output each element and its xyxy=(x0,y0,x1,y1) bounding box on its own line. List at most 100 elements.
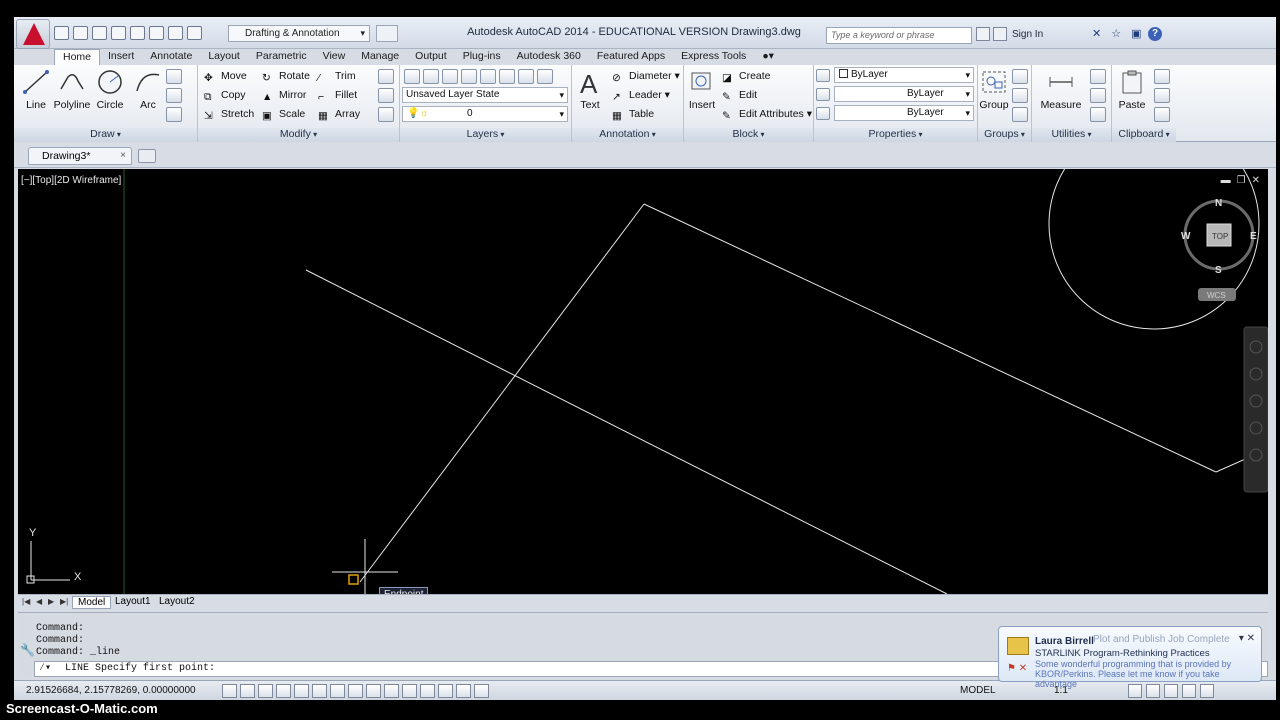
layer-dropdown[interactable]: 💡☼ 0 xyxy=(402,106,568,122)
layer-state-dropdown[interactable]: Unsaved Layer State xyxy=(402,87,568,103)
layer-off-icon[interactable] xyxy=(423,69,439,84)
match-properties-icon[interactable] xyxy=(816,69,830,82)
layer-unisolate-icon[interactable] xyxy=(537,69,553,84)
polyline-button[interactable]: Polyline xyxy=(50,69,94,111)
tab-express-tools[interactable]: Express Tools xyxy=(673,49,754,65)
navigation-bar[interactable] xyxy=(1243,326,1268,493)
diameter-button[interactable]: ⊘ Diameter ▾ xyxy=(612,67,680,85)
undo-icon[interactable] xyxy=(168,26,183,40)
drawn-line[interactable] xyxy=(643,203,1217,473)
customize-wrench-icon[interactable]: 🔧 xyxy=(20,643,35,657)
save-icon[interactable] xyxy=(92,26,107,40)
new-tab-icon[interactable] xyxy=(138,149,156,163)
close-viewport-icon[interactable]: ✕ xyxy=(1252,175,1260,186)
annotation-panel-title[interactable]: Annotation xyxy=(572,128,683,142)
erase-icon[interactable] xyxy=(378,69,394,84)
paste-button[interactable]: Paste xyxy=(1114,69,1150,111)
measure-button[interactable]: Measure xyxy=(1038,69,1084,111)
trim-button[interactable]: ⁄ Trim xyxy=(318,67,356,85)
text-button[interactable]: A Text xyxy=(572,69,608,111)
rotate-button[interactable]: ↻ Rotate xyxy=(262,67,310,85)
close-icon[interactable]: × xyxy=(120,148,126,164)
layer-isolate-icon[interactable] xyxy=(442,69,458,84)
offset-icon[interactable] xyxy=(378,107,394,122)
modify-panel-title[interactable]: Modify xyxy=(198,128,399,142)
group-button[interactable]: Group xyxy=(978,69,1010,111)
drawing-canvas[interactable]: Y X TOP N S E W WCS [−][Top][2D Wirefram… xyxy=(18,169,1268,594)
user-group-icon[interactable]: ▣ xyxy=(1131,27,1141,40)
tab-layout1[interactable]: Layout1 xyxy=(110,596,156,609)
restore-viewport-icon[interactable]: ❐ xyxy=(1237,175,1246,186)
mirror-button[interactable]: ▲ Mirror xyxy=(262,86,306,104)
compass-n[interactable]: N xyxy=(1215,198,1222,209)
close-icon[interactable]: ▾ ✕ xyxy=(1239,633,1255,644)
tab-manage[interactable]: Manage xyxy=(353,49,407,65)
layer-freeze-icon[interactable] xyxy=(461,69,477,84)
workspace-dropdown[interactable]: Drafting & Annotation xyxy=(228,25,370,42)
ungroup-icon[interactable] xyxy=(1012,69,1028,84)
array-button[interactable]: ▦ Array xyxy=(318,105,360,123)
viewport-controls-label[interactable]: [−][Top][2D Wireframe] xyxy=(21,175,121,186)
match-icon[interactable] xyxy=(1154,107,1170,122)
color-dropdown[interactable]: ByLayer xyxy=(834,67,974,83)
tab-layout2[interactable]: Layout2 xyxy=(154,596,200,609)
tab-annotate[interactable]: Annotate xyxy=(142,49,200,65)
properties-panel-title[interactable]: Properties xyxy=(814,128,977,142)
tab-autodesk-360[interactable]: Autodesk 360 xyxy=(509,49,589,65)
new-file-icon[interactable] xyxy=(54,26,69,40)
polar-tracking-icon[interactable] xyxy=(294,684,309,698)
save-as-icon[interactable] xyxy=(111,26,126,40)
calculator-icon[interactable] xyxy=(1090,88,1106,103)
copy-button[interactable]: ⧉ Copy xyxy=(204,86,246,104)
object-snap-tracking-icon[interactable] xyxy=(348,684,363,698)
annotation-monitor-icon[interactable] xyxy=(474,684,489,698)
table-button[interactable]: ▦ Table xyxy=(612,105,654,123)
utilities-panel-title[interactable]: Utilities xyxy=(1032,128,1111,142)
binoculars-icon[interactable] xyxy=(976,27,990,41)
snap-mode-icon[interactable] xyxy=(240,684,255,698)
tab-layout[interactable]: Layout xyxy=(200,49,248,65)
tab-output[interactable]: Output xyxy=(407,49,455,65)
copy-clip-icon[interactable] xyxy=(1154,88,1170,103)
insert-button[interactable]: Insert xyxy=(684,69,720,111)
ortho-mode-icon[interactable] xyxy=(276,684,291,698)
compass-w[interactable]: W xyxy=(1181,231,1191,242)
arc-button[interactable]: Arc xyxy=(128,69,168,111)
application-menu-button[interactable] xyxy=(16,19,50,49)
tab-plug-ins[interactable]: Plug-ins xyxy=(455,49,509,65)
circle-button[interactable]: Circle xyxy=(90,69,130,111)
3d-object-snap-icon[interactable] xyxy=(330,684,345,698)
group-edit-icon[interactable] xyxy=(1012,88,1028,103)
workspace-settings-button[interactable] xyxy=(376,25,398,42)
selection-cycling-icon[interactable] xyxy=(456,684,471,698)
next-layout-icon[interactable]: ▶ xyxy=(48,597,54,606)
redo-icon[interactable] xyxy=(187,26,202,40)
fillet-button[interactable]: ⌐ Fillet xyxy=(318,86,357,104)
edit-block-button[interactable]: ✎ Edit xyxy=(722,86,757,104)
viewcube[interactable]: TOP N S E W WCS xyxy=(1048,169,1260,330)
tab-view[interactable]: View xyxy=(315,49,354,65)
move-button[interactable]: ✥ Move xyxy=(204,67,247,85)
lineweight-toggle-icon[interactable] xyxy=(402,684,417,698)
linetype-dropdown[interactable]: ByLayer xyxy=(834,86,974,102)
dynamic-input-icon[interactable] xyxy=(384,684,399,698)
groups-panel-title[interactable]: Groups xyxy=(978,128,1031,142)
coordinate-readout[interactable]: 2.91526684, 2.15778269, 0.00000000 xyxy=(26,685,196,696)
file-tab-drawing3[interactable]: Drawing3* × xyxy=(28,147,132,165)
layers-panel-title[interactable]: Layers xyxy=(400,128,571,142)
layer-lock-icon[interactable] xyxy=(480,69,496,84)
ribbon-options-icon[interactable]: ●▾ xyxy=(754,49,782,65)
open-file-icon[interactable] xyxy=(73,26,88,40)
print-icon[interactable] xyxy=(149,26,164,40)
group-select-icon[interactable] xyxy=(1012,107,1028,122)
tab-parametric[interactable]: Parametric xyxy=(248,49,315,65)
model-space-toggle[interactable]: MODEL xyxy=(960,685,996,696)
sign-in-link[interactable]: Sign In xyxy=(1012,29,1043,40)
tab-insert[interactable]: Insert xyxy=(100,49,142,65)
help-button[interactable]: ? xyxy=(1148,27,1162,41)
grid-display-icon[interactable] xyxy=(258,684,273,698)
infer-constraints-icon[interactable] xyxy=(222,684,237,698)
hatch-icon[interactable] xyxy=(166,88,182,103)
compass-s[interactable]: S xyxy=(1215,265,1222,276)
prev-layout-icon[interactable]: ◀ xyxy=(36,597,42,606)
